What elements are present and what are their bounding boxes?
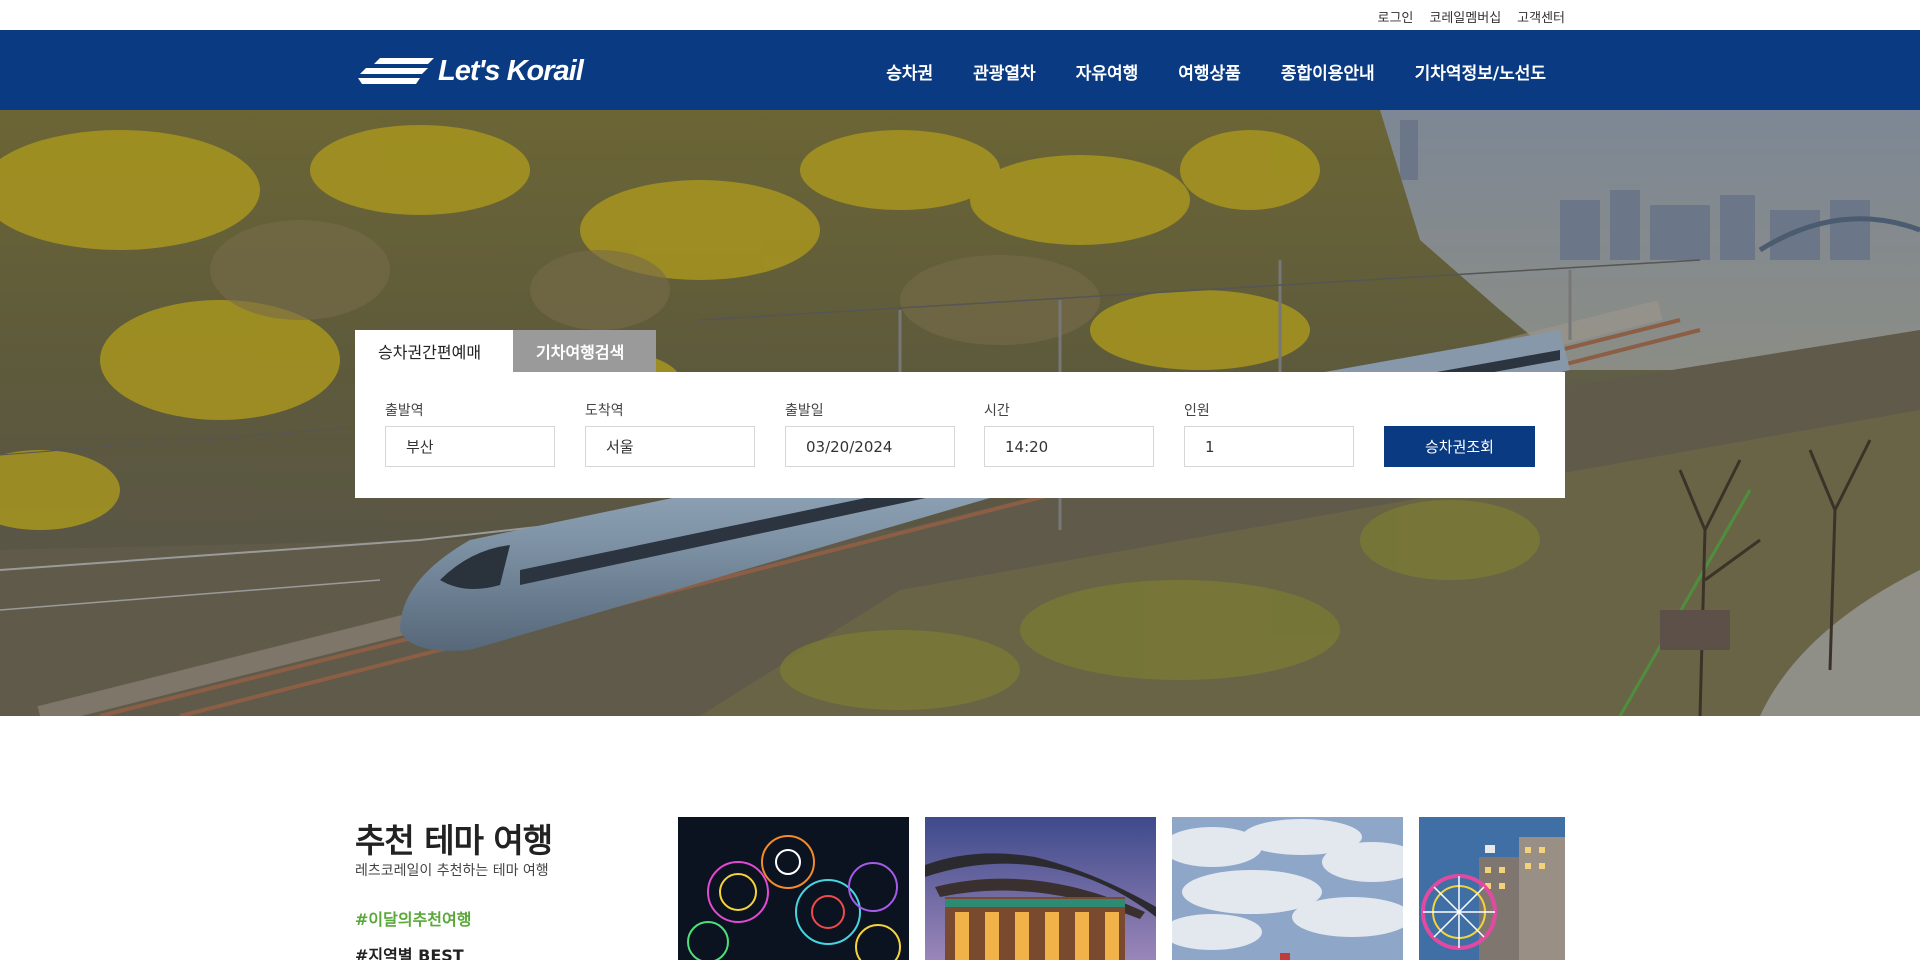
ticket-booking-widget: 승차권간편예매 기차여행검색 출발역 부산 도착역 서울 출발일 03/20/2… <box>355 330 1565 498</box>
theme-card-sky[interactable] <box>1172 817 1403 960</box>
utility-links: 로그인 코레일멤버십 고객센터 <box>1378 7 1566 26</box>
nav-item-usage-guide[interactable]: 종합이용안내 <box>1281 59 1375 84</box>
theme-card-fireworks[interactable] <box>678 817 909 960</box>
ferris-wheel-image <box>1419 817 1565 960</box>
nav-item-tickets[interactable]: 승차권 <box>886 59 933 84</box>
fireworks-image <box>678 817 909 960</box>
logo[interactable]: Let's Korail <box>358 54 584 87</box>
customer-center-link[interactable]: 고객센터 <box>1517 7 1565 26</box>
time-input[interactable]: 14:20 <box>984 426 1154 467</box>
nav-item-travel-products[interactable]: 여행상품 <box>1178 59 1241 84</box>
login-link[interactable]: 로그인 <box>1378 7 1414 26</box>
departure-label: 출발역 <box>385 403 424 419</box>
ticket-search-button[interactable]: 승차권조회 <box>1384 426 1535 467</box>
arrival-label: 도착역 <box>585 403 624 419</box>
date-field: 출발일 03/20/2024 <box>785 400 955 467</box>
date-label: 출발일 <box>785 403 824 419</box>
nav-item-tourist-train[interactable]: 관광열차 <box>973 59 1036 84</box>
nav-item-station-info[interactable]: 기차역정보/노선도 <box>1415 59 1546 84</box>
departure-field: 출발역 부산 <box>385 400 555 467</box>
departure-input[interactable]: 부산 <box>385 426 555 467</box>
booking-panel: 출발역 부산 도착역 서울 출발일 03/20/2024 시간 14:20 인원… <box>355 372 1565 498</box>
global-nav: 승차권 관광열차 자유여행 여행상품 종합이용안내 기차역정보/노선도 <box>886 59 1546 84</box>
time-label: 시간 <box>984 403 1010 419</box>
recommended-theme-section: 추천 테마 여행 레츠코레일이 추천하는 테마 여행 #이달의추천여행 #지역별… <box>0 716 1920 960</box>
main-header: Let's Korail 승차권 관광열차 자유여행 여행상품 종합이용안내 기… <box>0 30 1920 110</box>
tab-quick-booking[interactable]: 승차권간편예매 <box>355 330 513 372</box>
tab-train-travel-search[interactable]: 기차여행검색 <box>513 330 656 372</box>
passengers-label: 인원 <box>1184 403 1210 419</box>
membership-link[interactable]: 코레일멤버십 <box>1429 7 1501 26</box>
palace-image <box>925 817 1156 960</box>
passengers-field: 인원 1 <box>1184 400 1354 467</box>
passengers-input[interactable]: 1 <box>1184 426 1354 467</box>
tag-regional-best[interactable]: #지역별 BEST <box>355 942 464 960</box>
utility-bar: 로그인 코레일멤버십 고객센터 <box>0 0 1920 30</box>
tag-monthly-recommend[interactable]: #이달의추천여행 <box>355 906 471 930</box>
sky-image <box>1172 817 1403 960</box>
time-field: 시간 14:20 <box>984 400 1154 467</box>
theme-card-ferris-wheel[interactable] <box>1419 817 1565 960</box>
theme-card-palace[interactable] <box>925 817 1156 960</box>
korail-logo-icon <box>358 58 434 84</box>
section-title: 추천 테마 여행 <box>355 821 553 860</box>
date-input[interactable]: 03/20/2024 <box>785 426 955 467</box>
arrival-input[interactable]: 서울 <box>585 426 755 467</box>
logo-text: Let's Korail <box>438 54 584 87</box>
arrival-field: 도착역 서울 <box>585 400 755 467</box>
section-subtitle: 레츠코레일이 추천하는 테마 여행 <box>355 863 549 879</box>
booking-tabs: 승차권간편예매 기차여행검색 <box>355 330 1565 372</box>
nav-item-free-travel[interactable]: 자유여행 <box>1076 59 1139 84</box>
